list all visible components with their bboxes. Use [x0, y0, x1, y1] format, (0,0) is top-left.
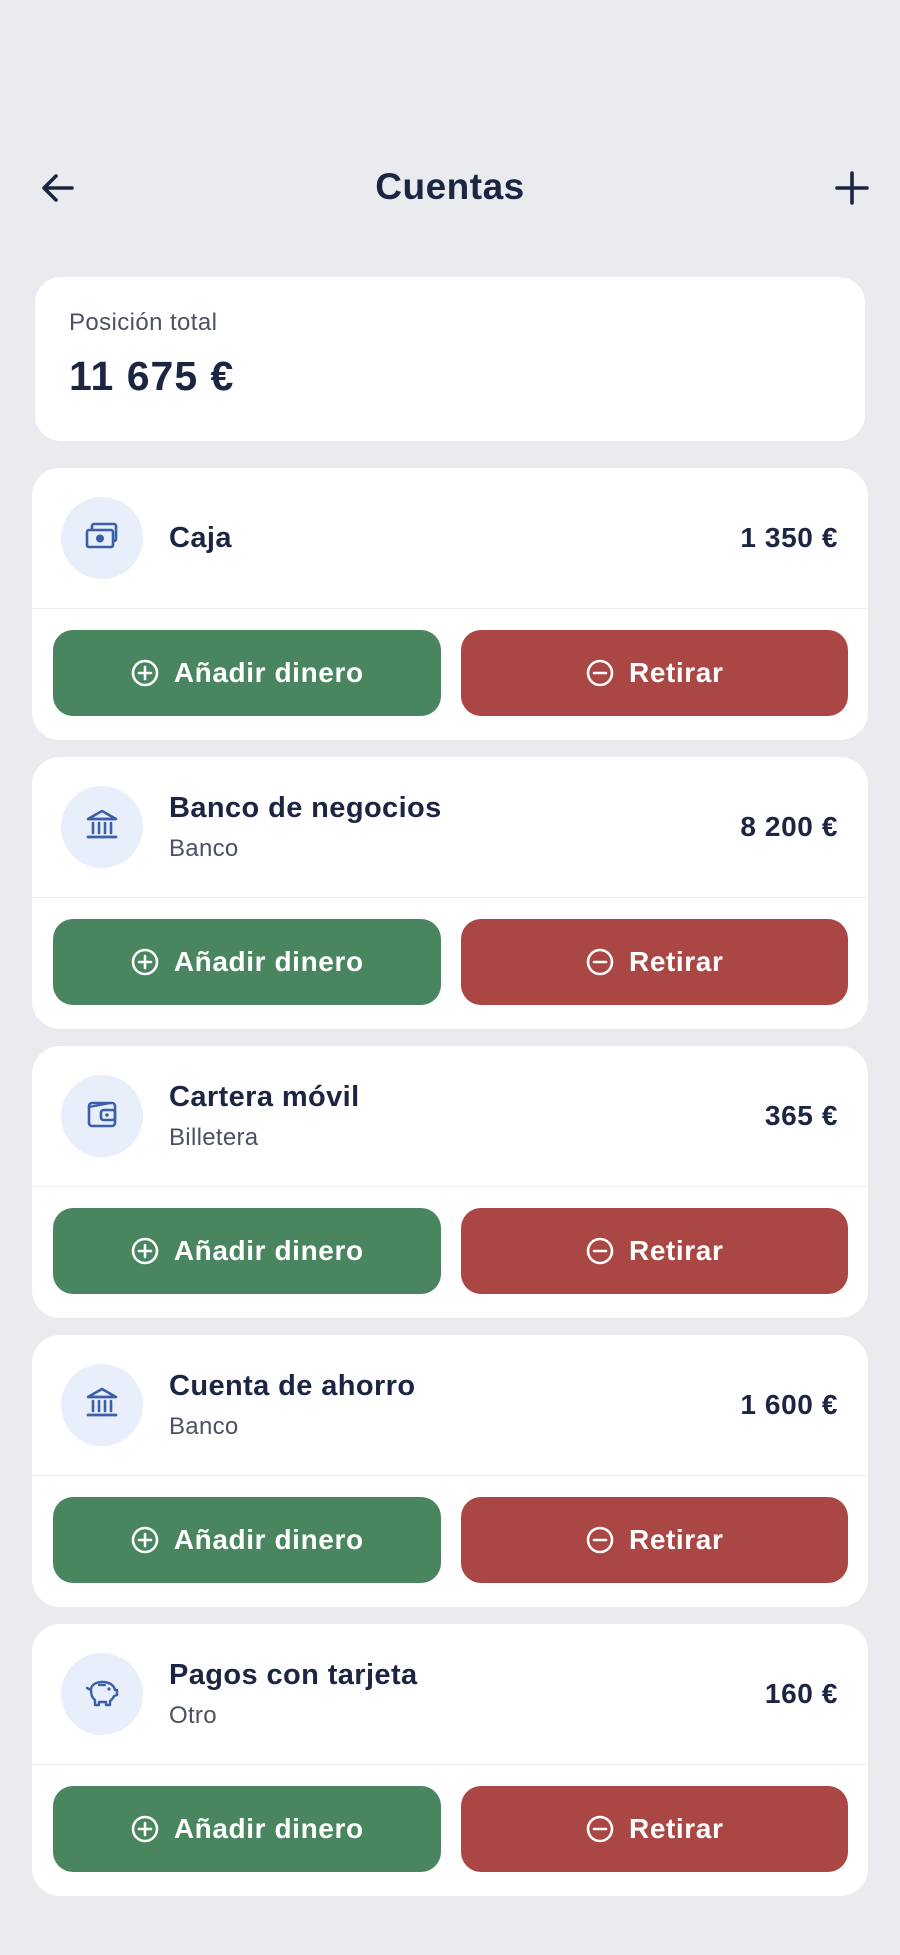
account-card[interactable]: Caja 1 350 € Añadir dinero Retirar — [32, 468, 868, 740]
account-card[interactable]: Cuenta de ahorro Banco 1 600 € Añadir di… — [32, 1335, 868, 1607]
withdraw-button[interactable]: Retirar — [460, 1786, 848, 1872]
bank-icon — [82, 1383, 122, 1428]
plus-circle-icon — [131, 1815, 159, 1843]
header: Cuentas — [0, 140, 900, 230]
plus-circle-icon — [131, 1526, 159, 1554]
add-money-button[interactable]: Añadir dinero — [53, 919, 441, 1005]
account-name: Cartera móvil — [169, 1080, 360, 1113]
account-balance: 1 600 € — [740, 1389, 838, 1420]
account-type: Billetera — [169, 1123, 259, 1151]
withdraw-label: Retirar — [629, 946, 724, 977]
account-summary[interactable]: Caja 1 350 € — [32, 468, 868, 609]
total-position-amount: 11 675 € — [69, 353, 235, 399]
account-balance: 365 € — [764, 1100, 838, 1131]
withdraw-button[interactable]: Retirar — [460, 630, 848, 716]
account-summary[interactable]: Pagos con tarjeta Otro 160 € — [32, 1624, 868, 1765]
account-balance: 160 € — [764, 1678, 838, 1709]
accounts-list: Caja 1 350 € Añadir dinero Retirar Banco… — [32, 468, 868, 1913]
account-icon — [61, 1653, 143, 1735]
account-actions: Añadir dinero Retirar — [32, 898, 868, 1005]
account-icon — [61, 1364, 143, 1446]
account-type: Otro — [169, 1701, 217, 1729]
account-card[interactable]: Cartera móvil Billetera 365 € Añadir din… — [32, 1046, 868, 1318]
minus-circle-icon — [586, 948, 614, 976]
account-type: Banco — [169, 834, 239, 862]
withdraw-button[interactable]: Retirar — [460, 919, 848, 1005]
account-name-block: Pagos con tarjeta Otro — [169, 1624, 418, 1764]
plus-icon — [835, 171, 869, 205]
account-icon — [61, 497, 143, 579]
minus-circle-icon — [586, 1815, 614, 1843]
add-money-label: Añadir dinero — [173, 1813, 364, 1844]
add-money-button[interactable]: Añadir dinero — [53, 1497, 441, 1583]
add-money-label: Añadir dinero — [173, 1235, 364, 1266]
account-actions: Añadir dinero Retirar — [32, 1187, 868, 1294]
withdraw-label: Retirar — [629, 657, 724, 688]
total-position-label: Posición total — [69, 309, 218, 336]
withdraw-label: Retirar — [629, 1813, 724, 1844]
minus-circle-icon — [586, 1237, 614, 1265]
account-actions: Añadir dinero Retirar — [32, 1476, 868, 1583]
add-money-button[interactable]: Añadir dinero — [53, 630, 441, 716]
add-money-label: Añadir dinero — [173, 946, 364, 977]
account-summary[interactable]: Cuenta de ahorro Banco 1 600 € — [32, 1335, 868, 1476]
account-summary[interactable]: Banco de negocios Banco 8 200 € — [32, 757, 868, 898]
add-money-label: Añadir dinero — [173, 657, 364, 688]
minus-circle-icon — [586, 1526, 614, 1554]
add-account-button[interactable] — [824, 160, 880, 216]
account-card[interactable]: Pagos con tarjeta Otro 160 € Añadir dine… — [32, 1624, 868, 1896]
account-icon — [61, 786, 143, 868]
piggy-bank-icon — [82, 1672, 122, 1717]
withdraw-button[interactable]: Retirar — [460, 1208, 848, 1294]
account-card[interactable]: Banco de negocios Banco 8 200 € Añadir d… — [32, 757, 868, 1029]
account-icon — [61, 1075, 143, 1157]
account-name-block: Banco de negocios Banco — [169, 757, 442, 897]
add-money-button[interactable]: Añadir dinero — [53, 1786, 441, 1872]
account-type: Banco — [169, 1412, 239, 1440]
account-name: Pagos con tarjeta — [169, 1658, 418, 1691]
wallet-icon — [82, 1094, 122, 1139]
minus-circle-icon — [586, 659, 614, 687]
account-summary[interactable]: Cartera móvil Billetera 365 € — [32, 1046, 868, 1187]
withdraw-button[interactable]: Retirar — [460, 1497, 848, 1583]
add-money-label: Añadir dinero — [173, 1524, 364, 1555]
cash-icon — [82, 516, 122, 561]
add-money-button[interactable]: Añadir dinero — [53, 1208, 441, 1294]
plus-circle-icon — [131, 1237, 159, 1265]
account-name-block: Cartera móvil Billetera — [169, 1046, 360, 1186]
account-name: Banco de negocios — [169, 791, 442, 824]
account-balance: 1 350 € — [740, 522, 838, 553]
withdraw-label: Retirar — [629, 1235, 724, 1266]
account-balance: 8 200 € — [740, 811, 838, 842]
withdraw-label: Retirar — [629, 1524, 724, 1555]
account-actions: Añadir dinero Retirar — [32, 1765, 868, 1872]
account-actions: Añadir dinero Retirar — [32, 609, 868, 716]
account-name: Cuenta de ahorro — [169, 1369, 416, 1402]
plus-circle-icon — [131, 659, 159, 687]
total-position-card: Posición total 11 675 € — [35, 277, 865, 441]
bank-icon — [82, 805, 122, 850]
account-name-block: Cuenta de ahorro Banco — [169, 1335, 416, 1475]
account-name-block: Caja — [169, 468, 232, 608]
page-title: Cuentas — [375, 166, 525, 207]
plus-circle-icon — [131, 948, 159, 976]
account-name: Caja — [169, 521, 232, 554]
